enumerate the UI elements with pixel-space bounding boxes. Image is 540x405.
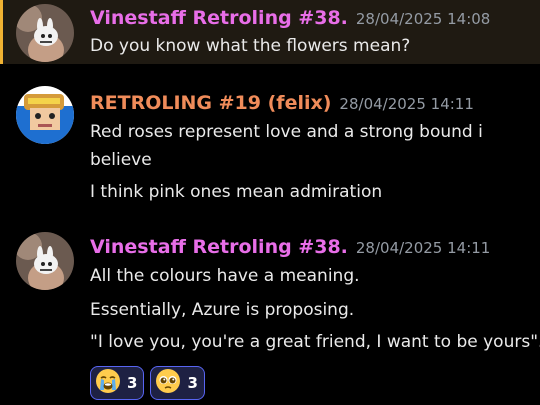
timestamp: 28/04/2025 14:08 <box>355 10 491 28</box>
reaction-pleading[interactable]: 3 <box>150 366 205 400</box>
message-text: Do you know what the flowers mean? <box>90 36 411 56</box>
avatar-bunny-plush-icon[interactable] <box>16 4 74 62</box>
timestamp: 28/04/2025 14:11 <box>339 95 474 113</box>
message-text: Red roses represent love and a strong bo… <box>90 122 483 142</box>
message-text: I think pink ones mean admiration <box>90 182 383 202</box>
reactions-bar: 3 3 <box>90 366 205 400</box>
timestamp: 28/04/2025 14:11 <box>355 239 491 257</box>
chat-log: Vinestaff Retroling #38. 28/04/2025 14:08… <box>0 0 540 405</box>
message-text: Essentially, Azure is proposing. <box>90 300 355 320</box>
reaction-count: 3 <box>127 374 138 392</box>
message-1[interactable]: Vinestaff Retroling #38. 28/04/2025 14:08… <box>0 0 540 64</box>
username[interactable]: RETROLING #19 (felix) <box>90 92 331 114</box>
message-text: "I love you, you're a great friend, I wa… <box>90 332 540 352</box>
username[interactable]: Vinestaff Retroling #38. <box>90 236 348 258</box>
username[interactable]: Vinestaff Retroling #38. <box>90 7 348 29</box>
reaction-loudly-crying[interactable]: 3 <box>90 366 145 400</box>
loudly-crying-face-icon <box>95 368 121 398</box>
message-text: believe <box>90 150 152 170</box>
avatar-bunny-plush-icon[interactable] <box>16 232 74 290</box>
avatar-cartoon-portrait-icon[interactable] <box>16 86 74 144</box>
message-2[interactable]: RETROLING #19 (felix) 28/04/2025 14:11 Re… <box>0 80 540 210</box>
message-text: All the colours have a meaning. <box>90 266 360 286</box>
message-3[interactable]: Vinestaff Retroling #38. 28/04/2025 14:11… <box>0 228 540 405</box>
reaction-count: 3 <box>187 374 198 392</box>
pleading-face-icon <box>155 368 181 398</box>
